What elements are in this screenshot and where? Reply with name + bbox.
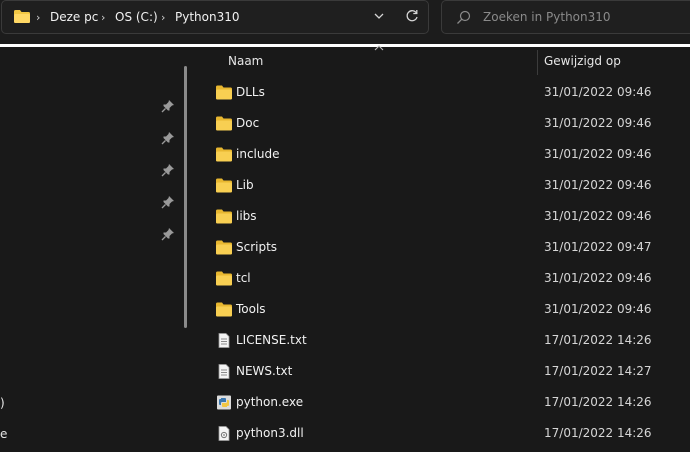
address-bar[interactable]: › Deze pc › OS (C:) › Python310 [1,0,429,34]
file-row[interactable]: DLLs 31/01/2022 09:46 [196,77,690,108]
file-modified-date: 31/01/2022 09:47 [544,240,652,254]
file-row[interactable]: Tools 31/01/2022 09:46 [196,294,690,325]
breadcrumb-current-folder[interactable]: Python310 [175,10,240,24]
python-exe-icon [216,395,232,410]
file-row[interactable]: libs 31/01/2022 09:46 [196,201,690,232]
file-modified-date: 17/01/2022 14:26 [544,426,652,440]
file-modified-date: 17/01/2022 14:26 [544,395,652,409]
file-name: NEWS.txt [236,364,293,378]
file-row[interactable]: include 31/01/2022 09:46 [196,139,690,170]
search-placeholder: Zoeken in Python310 [483,10,611,24]
file-modified-date: 17/01/2022 14:27 [544,364,652,378]
nav-item-fragment[interactable]: ) [0,396,5,410]
file-name: LICENSE.txt [236,333,307,347]
pin-icon[interactable] [161,163,175,177]
pin-icon[interactable] [161,195,175,209]
file-name: DLLs [236,85,265,99]
file-name: Tools [236,302,266,316]
breadcrumb-drive[interactable]: OS (C:) [115,10,158,24]
column-header-name[interactable]: Naam [228,47,263,75]
navigation-pane: ) e [0,47,182,452]
pin-icon[interactable] [161,99,175,113]
file-name: Doc [236,116,260,130]
search-icon [457,10,471,24]
file-row[interactable]: python.exe 17/01/2022 14:26 [196,387,690,418]
file-modified-date: 31/01/2022 09:46 [544,178,652,192]
folder-icon [216,271,232,286]
file-row[interactable]: Lib 31/01/2022 09:46 [196,170,690,201]
file-modified-date: 31/01/2022 09:46 [544,85,652,99]
folder-icon [14,10,30,23]
sort-ascending-icon [374,45,384,51]
file-name: libs [236,209,257,223]
file-row[interactable]: Scripts 31/01/2022 09:47 [196,232,690,263]
file-name: Scripts [236,240,278,254]
file-modified-date: 17/01/2022 14:26 [544,333,652,347]
folder-icon [216,85,232,100]
breadcrumb-this-pc[interactable]: Deze pc [50,10,98,24]
file-list: Naam Gewijzigd op DLLs 31/01/2022 09:46 Do… [196,45,690,452]
dll-file-icon [216,426,232,441]
folder-icon [216,116,232,131]
folder-icon [216,178,232,193]
folder-icon [216,147,232,162]
navigation-scrollbar[interactable] [184,66,187,328]
top-bar: › Deze pc › OS (C:) › Python310 Zoeken i… [0,0,690,44]
file-name: python3.dll [236,426,304,440]
file-row[interactable]: tcl 31/01/2022 09:46 [196,263,690,294]
folder-icon [216,302,232,317]
pin-icon[interactable] [161,227,175,241]
text-file-icon [216,333,232,348]
file-name: tcl [236,271,251,285]
file-row[interactable]: Doc 31/01/2022 09:46 [196,108,690,139]
file-name: include [236,147,280,161]
file-row[interactable]: NEWS.txt 17/01/2022 14:27 [196,356,690,387]
search-box[interactable]: Zoeken in Python310 [441,0,690,34]
folder-icon [216,209,232,224]
text-file-icon [216,364,232,379]
file-row[interactable]: LICENSE.txt 17/01/2022 14:26 [196,325,690,356]
column-header-modified[interactable]: Gewijzigd op [544,47,621,75]
chevron-right-icon: › [161,11,166,24]
nav-item-fragment[interactable]: e [0,427,7,441]
file-modified-date: 31/01/2022 09:46 [544,116,652,130]
chevron-right-icon: › [36,11,41,24]
file-modified-date: 31/01/2022 09:46 [544,147,652,161]
column-divider[interactable] [537,50,538,75]
chevron-down-icon[interactable] [372,9,386,23]
file-modified-date: 31/01/2022 09:46 [544,302,652,316]
file-name: Lib [236,178,254,192]
pin-icon[interactable] [161,131,175,145]
file-modified-date: 31/01/2022 09:46 [544,271,652,285]
chevron-right-icon: › [101,11,106,24]
refresh-icon[interactable] [404,8,420,24]
file-modified-date: 31/01/2022 09:46 [544,209,652,223]
file-name: python.exe [236,395,304,409]
file-row[interactable]: python3.dll 17/01/2022 14:26 [196,418,690,449]
folder-icon [216,240,232,255]
